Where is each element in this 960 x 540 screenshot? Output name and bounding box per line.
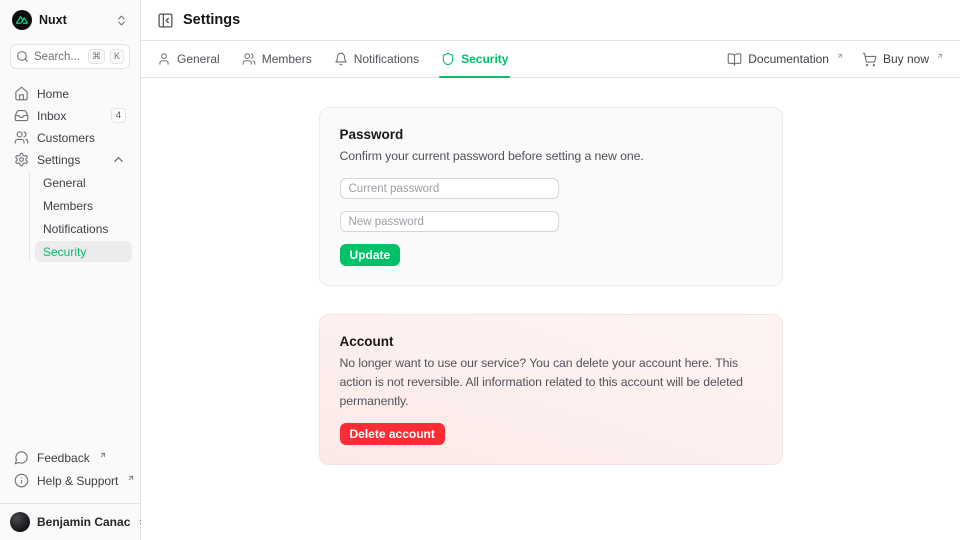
inbox-count-badge: 4 [111,108,126,123]
tab-members[interactable]: Members [242,41,312,77]
current-password-field[interactable] [340,178,559,199]
external-link-icon [936,52,944,60]
bell-icon [334,52,348,66]
sidebar-item-label: Notifications [43,222,124,236]
tab-general[interactable]: General [157,41,220,77]
main-area: Settings General Members Notifications [141,0,960,540]
nuxt-logo-icon [12,10,32,30]
page-header: Settings [141,0,960,41]
password-card: Password Confirm your current password b… [319,107,783,286]
footer-link-label: Feedback [37,451,90,465]
search-placeholder: Search... [34,51,83,63]
app-window: Nuxt Search... ⌘ K Home Inbox 4 [0,0,960,540]
search-icon [16,50,29,63]
inbox-icon [14,108,29,123]
sidebar-nav: Home Inbox 4 Customers Settings Gener [0,83,140,447]
team-switcher[interactable]: Nuxt [0,0,140,38]
team-name: Nuxt [39,13,108,27]
delete-account-button[interactable]: Delete account [340,423,445,445]
new-password-field[interactable] [340,211,559,232]
tab-label: Security [461,52,508,66]
cart-icon [862,52,877,67]
sidebar: Nuxt Search... ⌘ K Home Inbox 4 [0,0,141,540]
tab-label: Notifications [354,52,419,66]
password-card-title: Password [340,127,762,142]
help-support-link[interactable]: Help & Support [8,470,132,491]
account-card: Account No longer want to use our servic… [319,314,783,465]
sidebar-item-security[interactable]: Security [35,241,132,262]
sidebar-item-label: Inbox [37,109,103,123]
sidebar-item-general[interactable]: General [35,172,132,193]
header-link-label: Documentation [748,52,829,66]
home-icon [14,86,29,101]
update-button[interactable]: Update [340,244,401,266]
page-title: Settings [183,12,240,28]
sidebar-item-settings[interactable]: Settings [8,149,132,170]
sidebar-item-label: Settings [37,153,103,167]
settings-security-panel: Password Confirm your current password b… [141,78,960,540]
sidebar-item-label: Customers [37,131,126,145]
sidebar-footer: Feedback Help & Support [0,447,140,497]
shield-icon [441,52,455,66]
account-card-description: No longer want to use our service? You c… [340,354,762,411]
users-icon [14,130,29,145]
header-link-label: Buy now [883,52,929,66]
users-icon [242,52,256,66]
sidebar-item-label: General [43,176,124,190]
password-card-description: Confirm your current password before set… [340,147,762,166]
documentation-link[interactable]: Documentation [727,52,844,67]
sidebar-item-members[interactable]: Members [35,195,132,216]
external-link-icon [836,52,844,60]
gear-icon [14,152,29,167]
search-input[interactable]: Search... ⌘ K [10,44,130,69]
chat-bubble-icon [14,450,29,465]
tab-label: General [177,52,220,66]
settings-subnav: General Members Notifications Security [29,172,132,262]
chevron-up-icon [111,152,126,167]
panel-collapse-icon[interactable] [157,12,174,29]
avatar [10,512,30,532]
external-link-icon [99,451,107,459]
user-icon [157,52,171,66]
info-icon [14,473,29,488]
user-menu[interactable]: Benjamin Canac [0,503,140,540]
sidebar-item-customers[interactable]: Customers [8,127,132,148]
tab-notifications[interactable]: Notifications [334,41,419,77]
tab-label: Members [262,52,312,66]
book-open-icon [727,52,742,67]
tab-bar: General Members Notifications Security [141,41,960,78]
sidebar-item-notifications[interactable]: Notifications [35,218,132,239]
sidebar-item-label: Security [43,245,124,259]
header-links: Documentation Buy now [727,41,944,77]
buy-now-link[interactable]: Buy now [862,52,944,67]
account-card-title: Account [340,334,762,349]
user-name: Benjamin Canac [37,515,130,529]
external-link-icon [127,474,135,482]
tab-security[interactable]: Security [441,41,508,77]
footer-link-label: Help & Support [37,474,118,488]
feedback-link[interactable]: Feedback [8,447,132,468]
tabs: General Members Notifications Security [157,41,508,77]
kbd-k: K [110,49,124,64]
sidebar-item-label: Home [37,87,126,101]
sidebar-item-inbox[interactable]: Inbox 4 [8,105,132,126]
sidebar-item-label: Members [43,199,124,213]
chevrons-up-down-icon [115,14,128,27]
sidebar-item-home[interactable]: Home [8,83,132,104]
kbd-meta: ⌘ [88,49,105,64]
